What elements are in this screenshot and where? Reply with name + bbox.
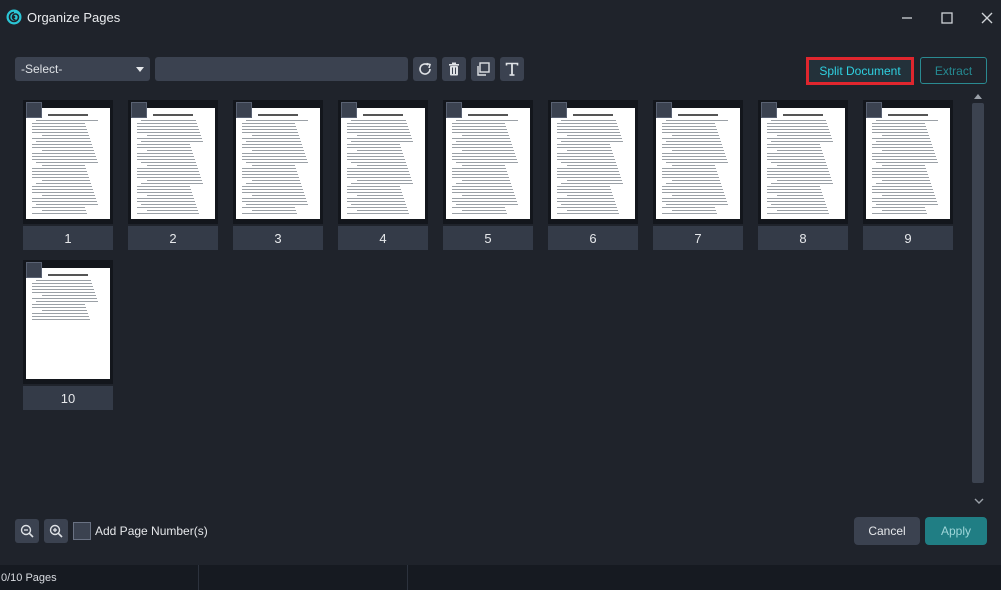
page-preview-image <box>446 108 530 219</box>
close-icon <box>981 12 993 24</box>
page-select-checkbox[interactable] <box>551 102 567 118</box>
page-thumbnail-frame <box>443 100 533 224</box>
page-thumbnail-frame <box>233 100 323 224</box>
page-thumbnail[interactable]: 5 <box>443 100 533 250</box>
minimize-icon <box>902 17 912 19</box>
page-thumbnail[interactable]: 6 <box>548 100 638 250</box>
page-preview-image <box>131 108 215 219</box>
delete-button[interactable] <box>442 57 466 81</box>
status-divider <box>198 565 199 590</box>
page-number-label: 9 <box>863 226 953 250</box>
page-preview-image <box>656 108 740 219</box>
page-select-checkbox[interactable] <box>26 262 42 278</box>
page-select-checkbox[interactable] <box>131 102 147 118</box>
page-range-input[interactable] <box>155 57 408 81</box>
page-select-checkbox[interactable] <box>236 102 252 118</box>
page-thumbnail-frame <box>338 100 428 224</box>
page-thumbnail[interactable]: 9 <box>863 100 953 250</box>
scroll-up-icon[interactable] <box>974 94 982 99</box>
page-number-label: 8 <box>758 226 848 250</box>
chevron-down-icon[interactable] <box>974 496 984 506</box>
page-number-label: 3 <box>233 226 323 250</box>
zoom-out-icon <box>20 524 34 538</box>
page-thumbnail[interactable]: 8 <box>758 100 848 250</box>
zoom-in-icon <box>49 524 63 538</box>
title-bar: Organize Pages <box>0 0 1001 36</box>
maximize-icon <box>941 12 953 24</box>
page-preview-image <box>866 108 950 219</box>
app-swirl-icon <box>6 9 22 25</box>
zoom-in-button[interactable] <box>44 519 68 543</box>
page-select-checkbox[interactable] <box>761 102 777 118</box>
close-button[interactable] <box>973 5 1001 31</box>
maximize-button[interactable] <box>933 5 961 31</box>
status-bar <box>0 565 1001 590</box>
page-number-label: 6 <box>548 226 638 250</box>
window-title: Organize Pages <box>27 10 121 25</box>
page-number-label: 5 <box>443 226 533 250</box>
zoom-out-button[interactable] <box>15 519 39 543</box>
page-select-checkbox[interactable] <box>446 102 462 118</box>
rotate-button[interactable] <box>413 57 437 81</box>
apply-button[interactable]: Apply <box>925 517 987 545</box>
page-thumbnail-frame <box>653 100 743 224</box>
page-select-checkbox[interactable] <box>341 102 357 118</box>
page-select-checkbox[interactable] <box>866 102 882 118</box>
page-preview-image <box>341 108 425 219</box>
page-number-label: 7 <box>653 226 743 250</box>
page-select-checkbox[interactable] <box>656 102 672 118</box>
page-range-select[interactable]: -Select- <box>15 57 150 81</box>
page-preview-image <box>26 108 110 219</box>
add-page-numbers-checkbox[interactable] <box>73 522 91 540</box>
text-button[interactable] <box>500 57 524 81</box>
page-thumbnail-frame <box>758 100 848 224</box>
text-icon <box>505 62 519 76</box>
page-number-label: 2 <box>128 226 218 250</box>
chevron-down-icon <box>136 67 144 72</box>
page-thumbnail[interactable]: 3 <box>233 100 323 250</box>
page-preview-image <box>26 268 110 379</box>
extract-button[interactable]: Extract <box>920 57 987 84</box>
page-thumbnail[interactable]: 1 <box>23 100 113 250</box>
page-thumbnail[interactable]: 10 <box>23 260 113 410</box>
page-number-label: 1 <box>23 226 113 250</box>
page-thumbnail-grid: 1 2 3 4 5 6 7 8 9 10 <box>0 0 1001 590</box>
page-number-label: 10 <box>23 386 113 410</box>
page-preview-image <box>236 108 320 219</box>
page-thumbnail-frame <box>548 100 638 224</box>
page-thumbnail-frame <box>128 100 218 224</box>
page-thumbnail[interactable]: 2 <box>128 100 218 250</box>
page-thumbnail[interactable]: 7 <box>653 100 743 250</box>
page-thumbnail[interactable]: 4 <box>338 100 428 250</box>
trash-icon <box>449 62 459 76</box>
cancel-button[interactable]: Cancel <box>854 517 920 545</box>
scrollbar-thumb[interactable] <box>972 103 984 483</box>
page-number-label: 4 <box>338 226 428 250</box>
page-range-select-value: -Select- <box>21 62 63 76</box>
page-preview-image <box>551 108 635 219</box>
minimize-button[interactable] <box>893 5 921 31</box>
page-preview-image <box>761 108 845 219</box>
status-divider <box>407 565 408 590</box>
rotate-icon <box>419 62 431 75</box>
split-document-button[interactable]: Split Document <box>806 57 914 85</box>
page-select-checkbox[interactable] <box>26 102 42 118</box>
page-thumbnail-frame <box>23 100 113 224</box>
page-count-status: 0/10 Pages <box>1 572 57 584</box>
duplicate-button[interactable] <box>471 57 495 81</box>
page-thumbnail-frame <box>863 100 953 224</box>
page-thumbnail-frame <box>23 260 113 384</box>
add-page-numbers-label: Add Page Number(s) <box>95 524 208 538</box>
duplicate-icon <box>477 62 490 76</box>
